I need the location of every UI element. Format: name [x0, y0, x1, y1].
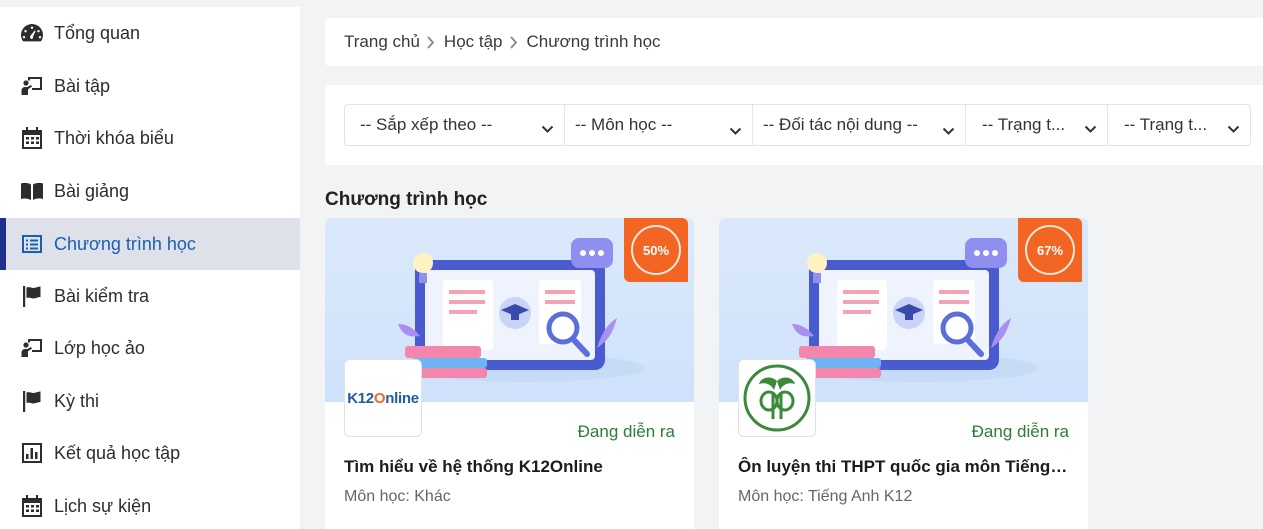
sidebar-item-ky-thi[interactable]: Kỳ thi: [0, 375, 300, 427]
status-select-1-value: -- Trạng t...: [982, 115, 1066, 134]
dashboard-icon: [18, 19, 46, 47]
content-partner-select-value: -- Đối tác nội dung --: [763, 115, 918, 134]
course-subject: Môn học: Tiếng Anh K12: [738, 488, 913, 505]
sidebar-item-thoi-khoa-bieu[interactable]: Thời khóa biểu: [0, 112, 300, 164]
calendar-icon: [18, 124, 46, 152]
status-select-2[interactable]: -- Trạng t...: [1108, 105, 1250, 145]
sidebar-item-label: Bài tập: [54, 75, 111, 96]
sidebar-item-lop-hoc-ao[interactable]: Lớp học ảo: [0, 322, 300, 374]
sidebar-item-label: Tổng quan: [54, 22, 141, 43]
chevron-down-icon: [1227, 119, 1240, 133]
course-card[interactable]: 67% Đang diễn ra Ôn luyện thi THPT quốc …: [719, 218, 1088, 529]
subject-select-value: -- Môn học --: [575, 115, 673, 134]
emblem-icon: [743, 364, 811, 432]
sidebar: Tổng quan Bài tập Thời khóa biểu Bài giả…: [0, 7, 300, 529]
progress-badge: 50%: [624, 218, 688, 282]
flag-icon: [18, 387, 46, 415]
course-logo: [738, 359, 816, 437]
sidebar-item-bai-giang[interactable]: Bài giảng: [0, 165, 300, 217]
flag-icon: [18, 282, 46, 310]
course-card[interactable]: 50% K12Online Đang diễn ra Tìm hiểu về h…: [325, 218, 694, 529]
breadcrumb: Trang chủ Học tập Chương trình học: [325, 18, 1263, 66]
course-title[interactable]: Tìm hiểu về hệ thống K12Online: [344, 457, 676, 477]
list-icon: [18, 230, 46, 258]
course-title[interactable]: Ôn luyện thi THPT quốc gia môn Tiếng Anh: [738, 457, 1070, 477]
content-partner-select[interactable]: -- Đối tác nội dung --: [753, 105, 966, 145]
chevron-down-icon: [541, 119, 554, 133]
progress-badge: 67%: [1018, 218, 1082, 282]
teacher-board-icon: [18, 72, 46, 100]
calendar-icon: [18, 492, 46, 520]
sidebar-item-tong-quan[interactable]: Tổng quan: [0, 7, 300, 59]
bar-chart-icon: [18, 439, 46, 467]
progress-value: 67%: [1025, 225, 1075, 275]
book-icon: [18, 177, 46, 205]
teacher-board-icon: [18, 334, 46, 362]
section-title: Chương trình học: [325, 189, 488, 210]
filter-bar: -- Sắp xếp theo -- -- Môn học -- -- Đối …: [325, 85, 1263, 165]
sidebar-item-label: Lịch sự kiện: [54, 495, 152, 516]
chevron-down-icon: [942, 121, 955, 135]
sidebar-item-bai-tap[interactable]: Bài tập: [0, 60, 300, 112]
sidebar-item-label: Kỳ thi: [54, 390, 100, 411]
sidebar-item-chuong-trinh-hoc[interactable]: Chương trình học: [0, 218, 300, 270]
sidebar-item-label: Chương trình học: [54, 233, 196, 254]
breadcrumb-home-link[interactable]: Trang chủ: [344, 32, 420, 52]
status-select-1[interactable]: -- Trạng t...: [966, 105, 1108, 145]
chevron-right-icon: [509, 35, 518, 49]
course-status: Đang diễn ra: [577, 422, 675, 441]
chevron-right-icon: [426, 35, 435, 49]
status-select-2-value: -- Trạng t...: [1124, 115, 1208, 134]
sort-select[interactable]: -- Sắp xếp theo --: [345, 105, 565, 145]
sort-select-value: -- Sắp xếp theo --: [360, 115, 493, 134]
subject-select[interactable]: -- Môn học --: [565, 105, 753, 145]
sidebar-item-label: Thời khóa biểu: [54, 127, 174, 148]
sidebar-item-label: Bài giảng: [54, 180, 130, 201]
breadcrumb-hoc-tap-link[interactable]: Học tập: [444, 32, 503, 52]
chevron-down-icon: [1084, 119, 1097, 133]
course-subject: Môn học: Khác: [344, 488, 451, 505]
sidebar-item-label: Kết quả học tập: [54, 442, 181, 463]
course-logo: K12Online: [344, 359, 422, 437]
filter-group: -- Sắp xếp theo -- -- Môn học -- -- Đối …: [344, 104, 1251, 146]
course-status: Đang diễn ra: [971, 422, 1069, 441]
sidebar-item-bai-kiem-tra[interactable]: Bài kiểm tra: [0, 270, 300, 322]
sidebar-item-label: Bài kiểm tra: [54, 285, 150, 306]
sidebar-item-ket-qua-hoc-tap[interactable]: Kết quả học tập: [0, 427, 300, 479]
progress-value: 50%: [631, 225, 681, 275]
breadcrumb-current: Chương trình học: [526, 32, 661, 51]
chevron-down-icon: [729, 121, 742, 135]
sidebar-item-label: Lớp học ảo: [54, 337, 145, 358]
sidebar-item-lich-su-kien[interactable]: Lịch sự kiện: [0, 480, 300, 529]
